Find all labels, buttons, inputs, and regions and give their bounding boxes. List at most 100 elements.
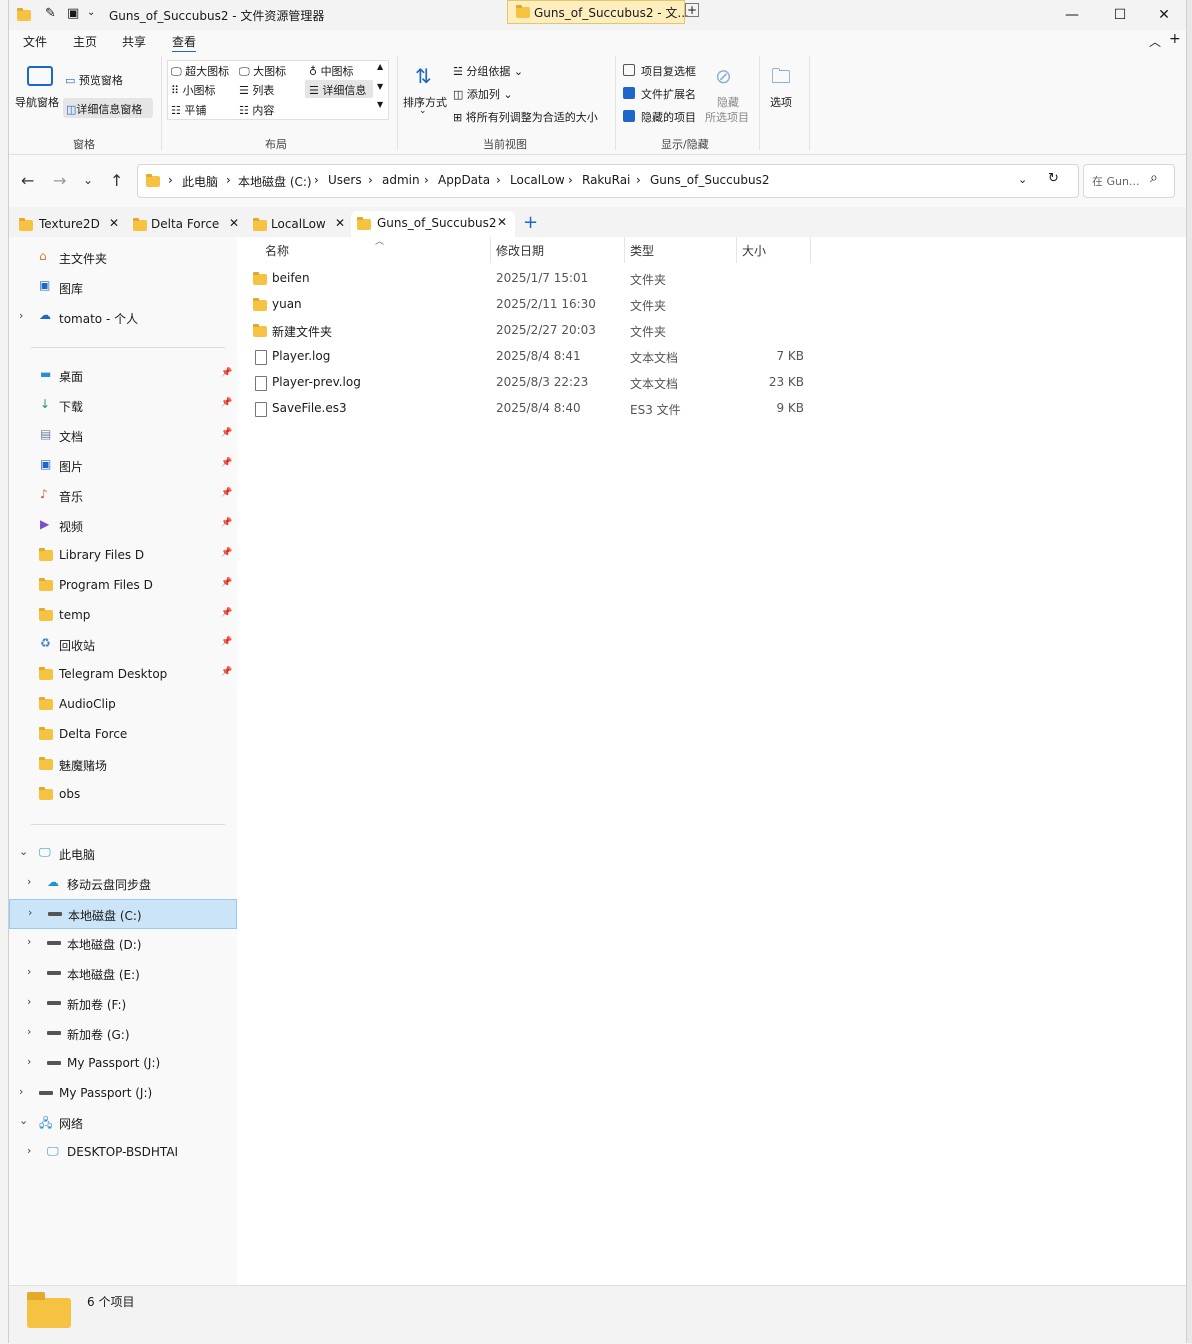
sidebar-item-pinned[interactable]: Program Files D 📌 [9, 571, 235, 599]
scroll-down-icon[interactable]: ▼ [377, 82, 383, 91]
tab-delta-force[interactable]: Delta Force ✕ [127, 211, 243, 237]
layout-medium[interactable]: ♁ 中图标 [309, 63, 354, 79]
collapse-ribbon-icon[interactable]: ︿ [1149, 33, 1161, 50]
tab-locallow[interactable]: LocalLow ✕ [247, 211, 351, 237]
sidebar-item-home[interactable]: ⌂ 主文件夹 [9, 243, 235, 271]
chevron-right-icon[interactable]: › [27, 935, 31, 948]
pin-icon[interactable]: 📌 [221, 548, 232, 558]
minimize-button[interactable]: — [1049, 0, 1095, 30]
close-tab-icon[interactable]: ✕ [229, 216, 239, 230]
chevron-right-icon[interactable]: › [27, 1144, 31, 1157]
chevron-right-icon[interactable]: › [27, 995, 31, 1008]
chevron-right-icon[interactable]: › [27, 1025, 31, 1038]
tab-texture2d[interactable]: Texture2D ✕ [13, 211, 123, 237]
back-arrow-icon[interactable]: ← [21, 171, 34, 190]
maximize-button[interactable]: ☐ [1097, 0, 1143, 30]
column-divider[interactable] [490, 237, 491, 263]
sidebar-item-pinned[interactable]: temp 📌 [9, 601, 235, 629]
add-column-button[interactable]: ◫ 添加列 ⌄ [453, 86, 513, 102]
column-header-name[interactable]: 名称 [265, 242, 289, 259]
other-window-tab[interactable]: Guns_of_Succubus2 - 文... [507, 0, 689, 24]
new-folder-icon[interactable]: ▣ [67, 6, 79, 21]
layout-large[interactable]: 🖵 大图标 [239, 63, 286, 79]
sidebar-item-pinned[interactable]: ♪ 音乐 📌 [9, 481, 235, 509]
breadcrumb-item[interactable]: Guns_of_Succubus2 [650, 173, 769, 187]
address-input[interactable]: › 此电脑 › 本地磁盘 (C:) › Users › admin › AppD… [137, 164, 1079, 198]
up-arrow-icon[interactable]: ↑ [110, 171, 123, 190]
column-header-date[interactable]: 修改日期 [496, 242, 544, 259]
file-row[interactable]: SaveFile.es3 2025/8/4 8:40 ES3 文件 9 KB [237, 396, 837, 422]
chevron-right-icon[interactable]: › [27, 875, 31, 888]
add-icon[interactable]: + [1169, 31, 1181, 47]
recent-chevron-icon[interactable]: ⌄ [83, 173, 93, 187]
new-tab-icon[interactable]: + [523, 212, 538, 233]
sidebar-item-pinned[interactable]: ▬ 桌面 📌 [9, 361, 235, 389]
chevron-right-icon[interactable]: › [19, 1085, 23, 1098]
options-button[interactable]: 选项 [770, 94, 792, 110]
close-tab-icon[interactable]: ✕ [109, 216, 119, 230]
pin-icon[interactable]: 📌 [221, 608, 232, 618]
expand-gallery-icon[interactable]: ▼ [377, 100, 383, 109]
chevron-down-icon[interactable]: ⌄ [19, 1114, 28, 1127]
group-by-button[interactable]: ☱ 分组依据 ⌄ [453, 63, 523, 79]
search-input[interactable]: 在 Gun... [1092, 173, 1139, 189]
pin-icon[interactable]: 📌 [221, 398, 232, 408]
sidebar-item-onedrive[interactable]: › ☁ tomato - 个人 [9, 303, 235, 331]
search-box[interactable]: 在 Gun... ⌕ [1083, 164, 1175, 198]
breadcrumb-item[interactable]: 本地磁盘 (C:) [238, 173, 312, 190]
item-checkbox-toggle[interactable]: 项目复选框 [623, 63, 696, 79]
refresh-icon[interactable]: ↻ [1048, 171, 1059, 186]
layout-details[interactable]: ☰ 详细信息 [305, 80, 373, 98]
chevron-right-icon[interactable]: › [27, 1055, 31, 1068]
sidebar-item-pinned[interactable]: obs [9, 780, 235, 808]
close-button[interactable]: ✕ [1141, 0, 1187, 30]
layout-list[interactable]: ☰ 列表 [239, 82, 274, 98]
breadcrumb-item[interactable]: 此电脑 [182, 173, 218, 190]
pin-icon[interactable]: 📌 [221, 578, 232, 588]
sidebar-tree-item[interactable]: ⌄ 🖵 此电脑 [9, 839, 235, 867]
sidebar-item-pinned[interactable]: ▶ 视频 📌 [9, 511, 235, 539]
sidebar-item-pinned[interactable]: ↓ 下载 📌 [9, 391, 235, 419]
menu-share[interactable]: 共享 [122, 33, 146, 50]
fit-columns-button[interactable]: ⊞ 将所有列调整为合适的大小 [453, 109, 598, 125]
file-row[interactable]: beifen 2025/1/7 15:01 文件夹 [237, 266, 837, 292]
close-tab-icon[interactable]: ✕ [497, 215, 507, 229]
pin-icon[interactable]: 📌 [221, 518, 232, 528]
address-dropdown-icon[interactable]: ⌄ [1018, 173, 1027, 186]
sidebar-tree-item[interactable]: ⌄ 🖧 网络 [9, 1108, 235, 1136]
forward-arrow-icon[interactable]: → [53, 171, 66, 190]
preview-pane-button[interactable]: ▭ 预览窗格 [65, 72, 123, 88]
sidebar-item-pinned[interactable]: ▤ 文档 📌 [9, 421, 235, 449]
breadcrumb-item[interactable]: RakuRai [582, 173, 630, 187]
pin-icon[interactable]: 📌 [221, 428, 232, 438]
layout-small[interactable]: ⠿ 小图标 [171, 82, 216, 98]
column-divider[interactable] [810, 237, 811, 263]
file-row[interactable]: Player.log 2025/8/4 8:41 文本文档 7 KB [237, 344, 837, 370]
column-header-size[interactable]: 大小 [742, 242, 766, 259]
file-extensions-toggle[interactable]: 文件扩展名 [623, 86, 696, 102]
close-tab-icon[interactable]: ✕ [335, 216, 345, 230]
sidebar-item-pinned[interactable]: ♻ 回收站 📌 [9, 630, 235, 658]
sidebar-item-pinned[interactable]: ▣ 图片 📌 [9, 451, 235, 479]
menu-home[interactable]: 主页 [73, 33, 97, 50]
layout-content[interactable]: ☷ 内容 [239, 102, 274, 118]
file-row[interactable]: Player-prev.log 2025/8/3 22:23 文本文档 23 KB [237, 370, 837, 396]
layout-extra-large[interactable]: 🖵 超大图标 [171, 63, 229, 79]
sidebar-tree-item[interactable]: › 本地磁盘 (D:) [9, 929, 235, 957]
chevron-down-icon[interactable]: ⌄ [87, 7, 95, 18]
sidebar-tree-item[interactable]: › My Passport (J:) [9, 1079, 235, 1107]
pin-icon[interactable]: 📌 [221, 458, 232, 468]
sidebar-tree-item[interactable]: › 🖵 DESKTOP-BSDHTAI [9, 1138, 235, 1166]
sidebar-item-pinned[interactable]: 魅魔赌场 [9, 750, 235, 778]
pin-icon[interactable]: 📌 [221, 368, 232, 378]
scroll-up-icon[interactable]: ▲ [377, 62, 383, 71]
sidebar-tree-item[interactable]: › ☁ 移动云盘同步盘 [9, 869, 235, 897]
pin-icon[interactable]: 📌 [221, 488, 232, 498]
sidebar-item-pinned[interactable]: Delta Force [9, 720, 235, 748]
menu-file[interactable]: 文件 [23, 33, 47, 50]
sidebar-tree-item[interactable]: › My Passport (J:) [9, 1049, 235, 1077]
file-row[interactable]: yuan 2025/2/11 16:30 文件夹 [237, 292, 837, 318]
sidebar-item-pinned[interactable]: Telegram Desktop 📌 [9, 660, 235, 688]
column-header-type[interactable]: 类型 [630, 242, 654, 259]
sidebar-tree-item[interactable]: › 本地磁盘 (C:) [9, 899, 237, 929]
